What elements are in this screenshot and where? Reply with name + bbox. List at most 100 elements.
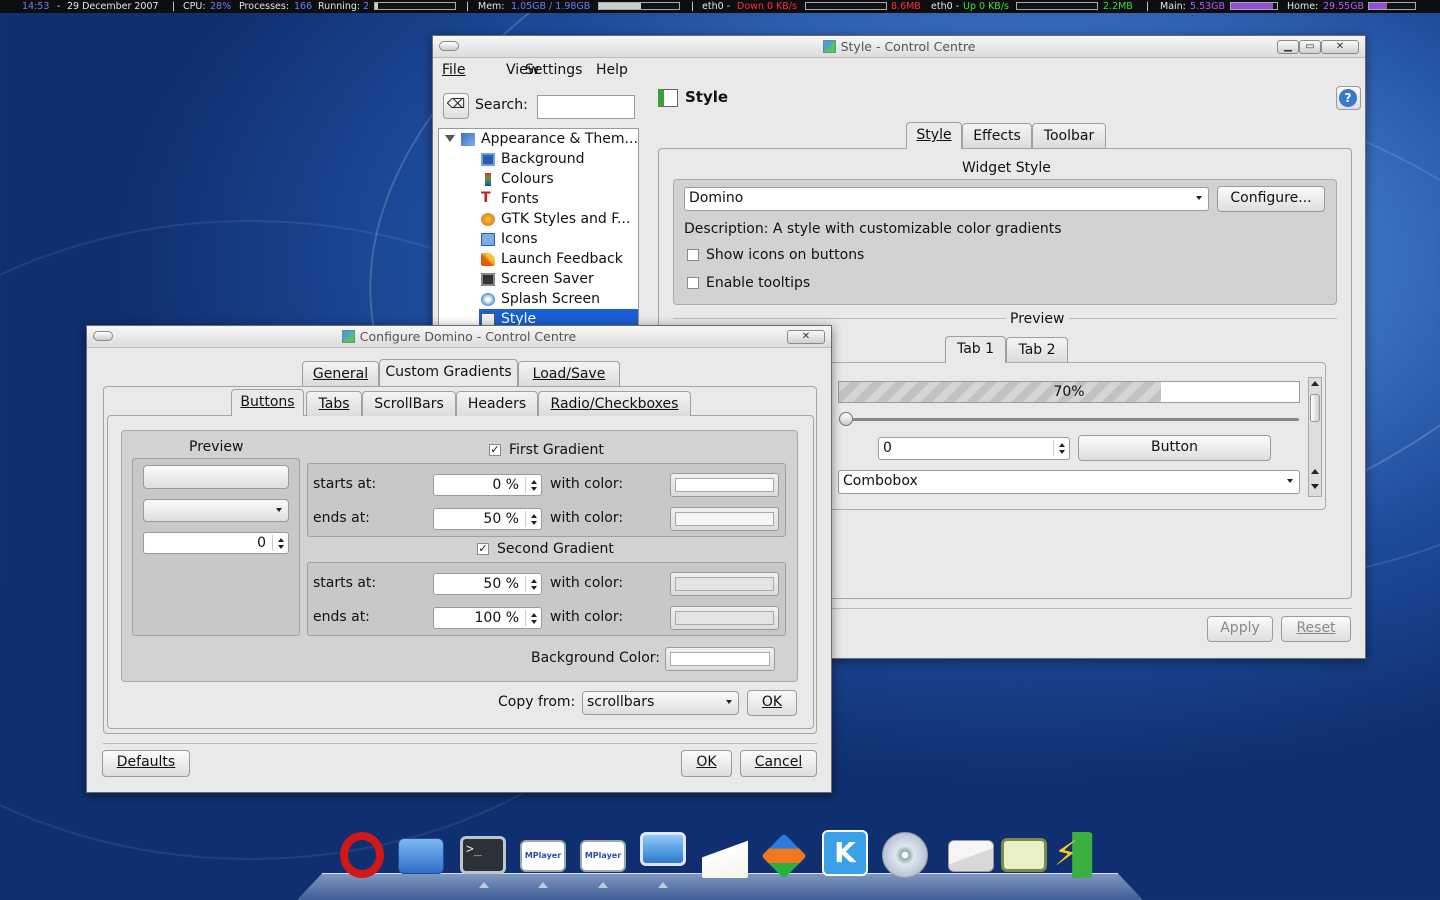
tab-headers[interactable]: Headers xyxy=(456,391,538,416)
first-ends-at-label: ends at: xyxy=(313,510,370,526)
preview-spinbox[interactable]: 0 xyxy=(143,532,289,554)
mail-icon[interactable] xyxy=(948,840,994,872)
copy-ok-button[interactable]: OK xyxy=(747,690,797,716)
configure-button[interactable]: Configure... xyxy=(1217,186,1325,212)
first-end-color-button[interactable] xyxy=(670,507,779,531)
ok-button[interactable]: OK xyxy=(681,750,732,777)
tab-radio-checkboxes[interactable]: Radio/Checkboxes xyxy=(538,391,691,416)
eth0-down-total: 8.6MB xyxy=(891,1,921,12)
tab-toolbar[interactable]: Toolbar xyxy=(1032,123,1106,148)
cancel-button[interactable]: Cancel xyxy=(740,750,817,777)
second-gradient-checkbox[interactable]: ✓ xyxy=(477,543,489,555)
minimize-button[interactable]: ▁ xyxy=(1277,40,1299,54)
defaults-button[interactable]: Defaults xyxy=(102,750,190,777)
window-titlebar[interactable]: Configure Domino - Control Centre ✕ xyxy=(87,326,831,348)
tree-item-colours[interactable]: Colours xyxy=(439,169,638,189)
preview-tab-1[interactable]: Tab 1 xyxy=(945,336,1006,363)
enable-tooltips-checkbox[interactable] xyxy=(687,277,699,289)
main-disk-label: Main: xyxy=(1160,1,1186,12)
preview-scrollbar[interactable] xyxy=(1308,377,1322,497)
widget-style-combo[interactable]: Domino xyxy=(684,187,1209,211)
window-menu-icon[interactable] xyxy=(93,331,113,341)
tab-style[interactable]: Style xyxy=(906,122,962,149)
tab-scrollbars[interactable]: ScrollBars xyxy=(362,391,456,416)
background-color-button[interactable] xyxy=(665,647,775,671)
close-button[interactable]: ✕ xyxy=(787,330,825,344)
first-gradient-checkbox[interactable]: ✓ xyxy=(489,444,501,456)
cpu-graph xyxy=(374,2,456,10)
tab-effects[interactable]: Effects xyxy=(962,123,1032,148)
reset-button[interactable]: Reset xyxy=(1281,616,1351,642)
enable-tooltips-label[interactable]: Enable tooltips xyxy=(706,275,810,291)
first-starts-at-label: starts at: xyxy=(313,476,377,492)
copy-from-combo[interactable]: scrollbars xyxy=(582,691,739,715)
preview-button[interactable]: Button xyxy=(1078,435,1271,461)
tree-root-appearance[interactable]: Appearance & Them... xyxy=(439,129,638,149)
tab-custom-gradients[interactable]: Custom Gradients xyxy=(379,359,518,386)
second-starts-at-spinbox[interactable]: 50 % xyxy=(433,573,542,595)
tab-buttons[interactable]: Buttons xyxy=(231,389,304,416)
scrollbar-handle[interactable] xyxy=(1310,394,1320,422)
clear-search-icon[interactable]: ⌫ xyxy=(443,93,469,119)
tab-load-save[interactable]: Load/Save xyxy=(518,361,620,386)
tree-item-icons[interactable]: Icons xyxy=(439,229,638,249)
second-start-color-button[interactable] xyxy=(670,572,779,596)
kopete-icon[interactable]: K xyxy=(822,830,868,876)
tab-general[interactable]: General xyxy=(302,361,379,386)
preview-button[interactable] xyxy=(143,465,289,489)
cpu-value: 28% xyxy=(210,1,232,12)
preview-slider[interactable] xyxy=(843,418,1299,421)
search-input[interactable] xyxy=(537,95,635,119)
first-ends-at-spinbox[interactable]: 50 % xyxy=(433,508,542,530)
second-gradient-label[interactable]: Second Gradient xyxy=(497,541,614,557)
tree-item-gtk-styles[interactable]: GTK Styles and F... xyxy=(439,209,638,229)
system-monitor-bar: 14:53 - 29 December 2007 | CPU: 28% Proc… xyxy=(0,0,1440,13)
slider-handle[interactable] xyxy=(839,412,853,426)
main-disk-bar xyxy=(1230,2,1278,10)
second-ends-at-spinbox[interactable]: 100 % xyxy=(433,607,542,629)
notes-icon[interactable] xyxy=(1001,838,1047,872)
cubes-icon[interactable] xyxy=(761,833,807,879)
menu-file[interactable]: File xyxy=(442,62,465,78)
menu-help[interactable]: Help xyxy=(596,62,628,78)
preview-combobox[interactable]: Combobox xyxy=(838,470,1300,494)
maximize-button[interactable]: ▭ xyxy=(1299,40,1321,54)
tree-item-screen-saver[interactable]: Screen Saver xyxy=(439,269,638,289)
mplayer-icon[interactable]: MPlayer xyxy=(580,840,626,872)
tree-item-fonts[interactable]: T Fonts xyxy=(439,189,638,209)
close-button[interactable]: ✕ xyxy=(1321,40,1359,54)
power-icon[interactable]: ⚡ xyxy=(1054,832,1094,878)
terminal-icon[interactable]: >_ xyxy=(460,836,506,874)
tree-item-launch-feedback[interactable]: Launch Feedback xyxy=(439,249,638,269)
opera-icon[interactable] xyxy=(340,832,384,878)
computer-icon[interactable] xyxy=(640,832,686,866)
whats-this-button[interactable]: ? xyxy=(1336,86,1361,110)
show-icons-checkbox[interactable] xyxy=(687,249,699,261)
preview-combo[interactable] xyxy=(143,499,289,522)
second-end-color-button[interactable] xyxy=(670,606,779,630)
eth0-up-label: eth0 - xyxy=(931,1,960,12)
folder-icon[interactable] xyxy=(398,838,444,874)
first-gradient-label[interactable]: First Gradient xyxy=(509,442,604,458)
processes-value: 166 xyxy=(294,1,313,12)
menu-settings[interactable]: Settings xyxy=(525,62,582,78)
cd-player-icon[interactable] xyxy=(882,832,928,878)
expand-arrow-icon[interactable] xyxy=(445,135,455,142)
tree-item-splash-screen[interactable]: Splash Screen xyxy=(439,289,638,309)
tab-tabs[interactable]: Tabs xyxy=(306,391,362,416)
window-titlebar[interactable]: Style - Control Centre ▁ ▭ ✕ xyxy=(433,36,1365,58)
window-menu-icon[interactable] xyxy=(439,41,459,51)
text-editor-icon[interactable] xyxy=(702,832,748,878)
preview-tab-2[interactable]: Tab 2 xyxy=(1006,337,1068,362)
module-tree[interactable]: Appearance & Them... Background Colours … xyxy=(438,128,639,328)
show-icons-label[interactable]: Show icons on buttons xyxy=(706,247,864,263)
preview-spinbox[interactable]: 0 xyxy=(878,437,1070,460)
colours-icon xyxy=(485,173,491,186)
first-starts-at-spinbox[interactable]: 0 % xyxy=(433,474,542,496)
first-start-color-button[interactable] xyxy=(670,473,779,497)
preview-label: Preview xyxy=(1006,311,1069,327)
apply-button[interactable]: Apply xyxy=(1207,616,1273,642)
tree-item-background[interactable]: Background xyxy=(439,149,638,169)
gtk-styles-icon xyxy=(481,213,495,226)
mplayer-icon[interactable]: MPlayer xyxy=(520,840,566,872)
